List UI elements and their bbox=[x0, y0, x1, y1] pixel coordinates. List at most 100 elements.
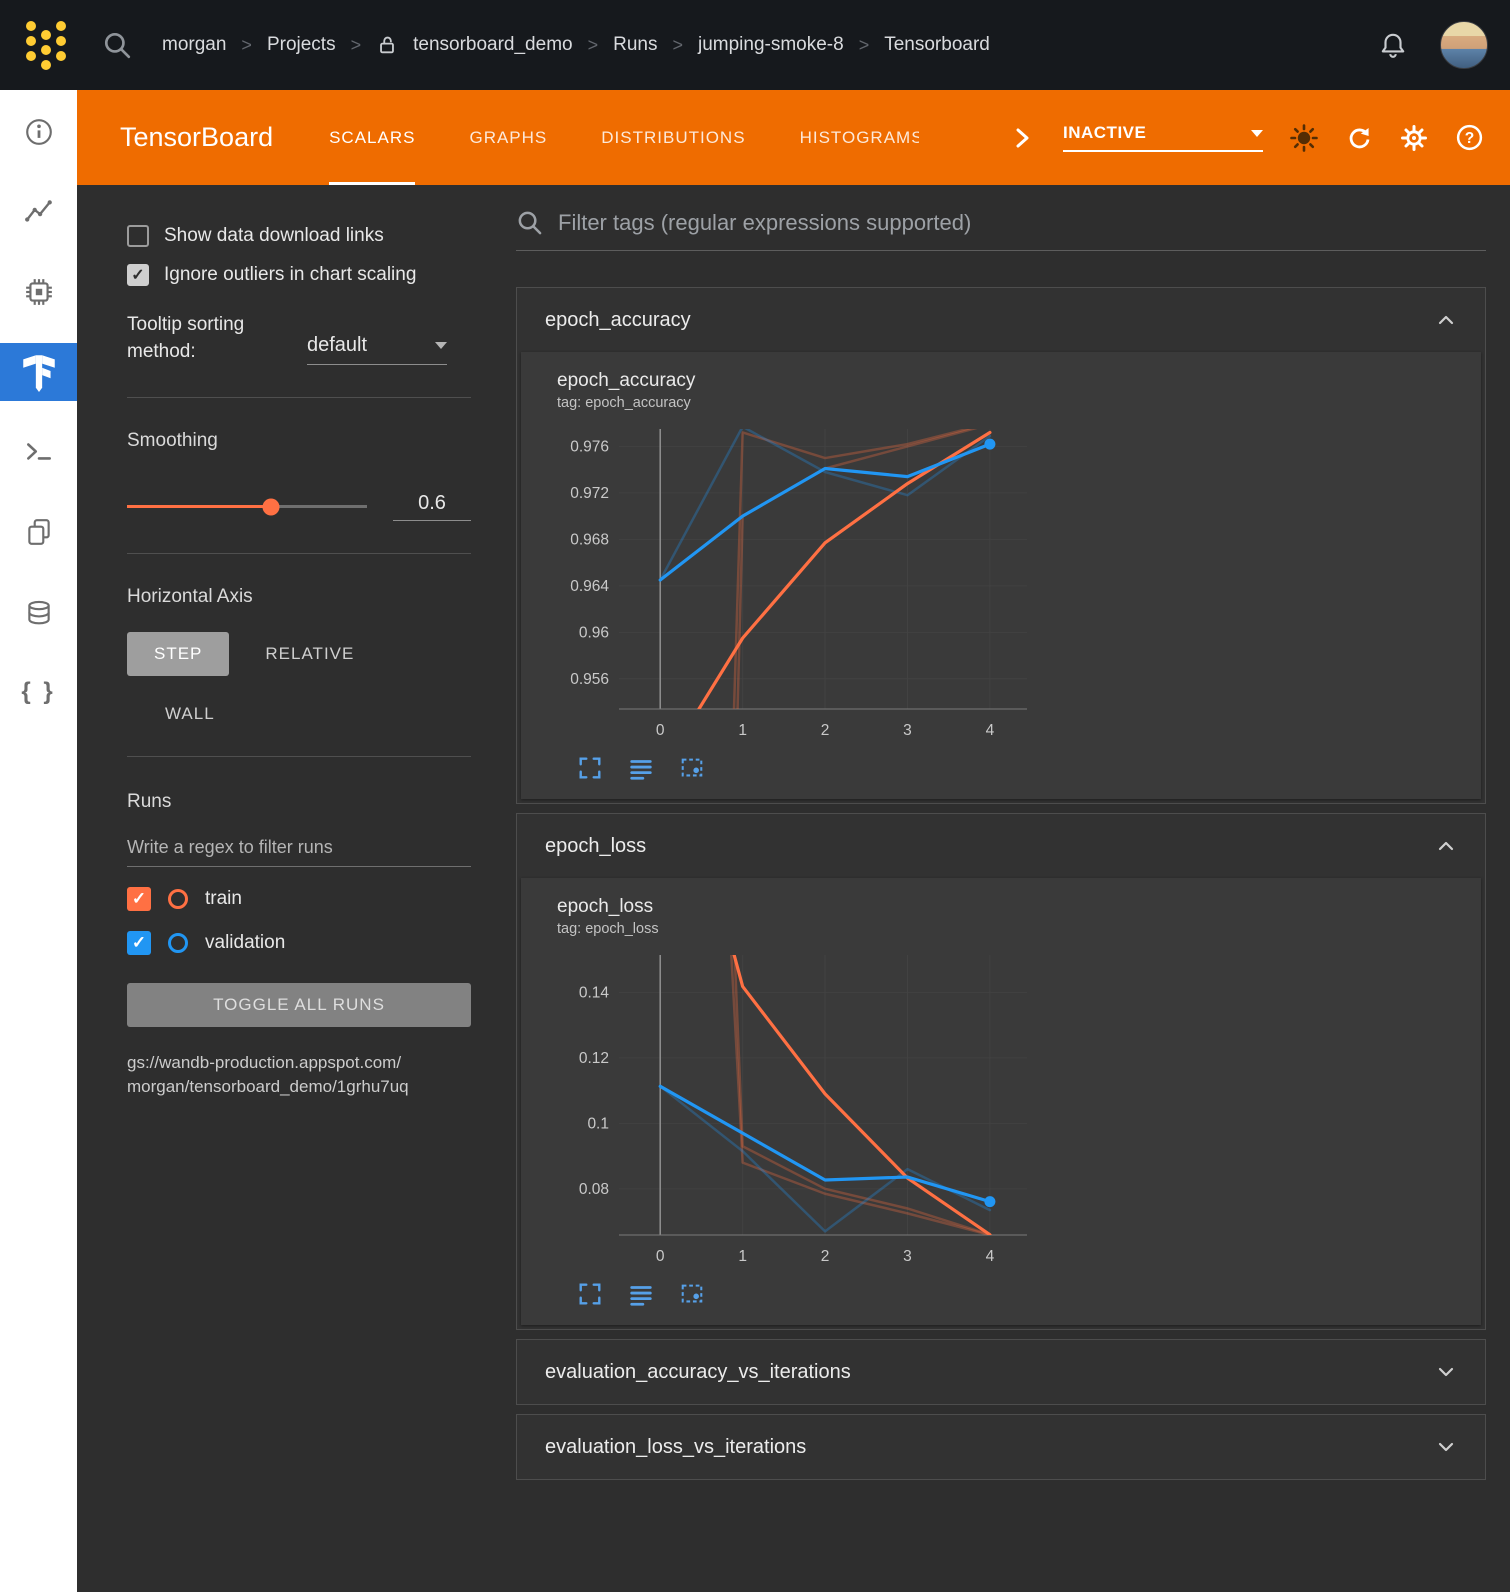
smoothing-slider[interactable] bbox=[127, 505, 367, 508]
smoothing-value-input[interactable]: 0.6 bbox=[393, 492, 471, 521]
data-table-icon[interactable] bbox=[628, 1281, 654, 1307]
axis-wall-button[interactable]: WALL bbox=[165, 704, 215, 724]
svg-text:2: 2 bbox=[821, 1248, 830, 1265]
left-icon-rail: { } bbox=[0, 90, 77, 1592]
search-icon[interactable] bbox=[102, 30, 132, 60]
rail-item-config[interactable]: { } bbox=[0, 652, 77, 732]
epoch-accuracy-chart[interactable]: 0.9560.960.9640.9680.9720.97601234 bbox=[557, 417, 1037, 751]
breadcrumb-tensorboard[interactable]: Tensorboard bbox=[884, 34, 990, 56]
gear-icon[interactable] bbox=[1400, 124, 1428, 152]
tab-graphs[interactable]: GRAPHS bbox=[469, 90, 547, 185]
tensorboard-header: TensorBoard SCALARS GRAPHS DISTRIBUTIONS… bbox=[77, 90, 1510, 185]
rail-item-charts[interactable] bbox=[0, 172, 77, 252]
toggle-all-runs-button[interactable]: TOGGLE ALL RUNS bbox=[127, 983, 471, 1027]
run-row-train[interactable]: ✓ train bbox=[127, 887, 471, 911]
axis-relative-button[interactable]: RELATIVE bbox=[265, 644, 354, 664]
info-icon bbox=[24, 117, 54, 147]
rail-item-system[interactable] bbox=[0, 252, 77, 332]
gs-bucket-path: gs://wandb-production.appspot.com/ morga… bbox=[127, 1051, 471, 1099]
rail-item-files[interactable] bbox=[0, 492, 77, 572]
section-epoch-loss-header[interactable]: epoch_loss bbox=[517, 814, 1485, 878]
fit-domain-icon[interactable] bbox=[679, 1281, 705, 1307]
breadcrumb-separator: > bbox=[241, 35, 252, 56]
braces-icon: { } bbox=[21, 678, 55, 706]
axis-step-button[interactable]: STEP bbox=[127, 632, 229, 676]
svg-text:0.08: 0.08 bbox=[579, 1181, 609, 1198]
theme-icon[interactable] bbox=[1290, 124, 1318, 152]
sidebar-divider bbox=[127, 553, 471, 554]
svg-text:0.956: 0.956 bbox=[570, 671, 609, 688]
breadcrumb-separator: > bbox=[672, 35, 683, 56]
section-evaluation-accuracy-header[interactable]: evaluation_accuracy_vs_iterations bbox=[517, 1340, 1485, 1404]
svg-text:1: 1 bbox=[738, 1248, 747, 1265]
svg-text:2: 2 bbox=[821, 722, 830, 739]
chart-tag: tag: epoch_loss bbox=[557, 921, 1461, 937]
avatar[interactable] bbox=[1440, 21, 1488, 69]
run-train-checkbox[interactable]: ✓ bbox=[127, 887, 151, 911]
svg-text:0.14: 0.14 bbox=[579, 984, 610, 1001]
bell-icon[interactable] bbox=[1378, 30, 1408, 60]
chevron-down-icon bbox=[1251, 130, 1263, 137]
smoothing-slider-fill bbox=[127, 505, 271, 508]
show-download-links-checkbox-row[interactable]: Show data download links bbox=[127, 225, 471, 247]
chevron-down-icon bbox=[1433, 1434, 1459, 1460]
run-row-validation[interactable]: ✓ validation bbox=[127, 931, 471, 955]
ignore-outliers-checkbox-row[interactable]: ✓ Ignore outliers in chart scaling bbox=[127, 264, 471, 286]
ignore-outliers-label: Ignore outliers in chart scaling bbox=[164, 264, 416, 286]
status-dropdown-value: INACTIVE bbox=[1063, 123, 1146, 143]
section-epoch-accuracy-header[interactable]: epoch_accuracy bbox=[517, 288, 1485, 352]
breadcrumb-projects[interactable]: Projects bbox=[267, 34, 336, 56]
help-icon[interactable]: ? bbox=[1455, 123, 1484, 152]
section-title: epoch_loss bbox=[545, 835, 646, 858]
run-validation-label: validation bbox=[205, 932, 285, 954]
svg-text:0.1: 0.1 bbox=[587, 1115, 609, 1132]
svg-text:0: 0 bbox=[656, 722, 665, 739]
chevron-down-icon bbox=[1433, 1359, 1459, 1385]
filter-tags-input[interactable] bbox=[558, 210, 1486, 236]
section-title: evaluation_loss_vs_iterations bbox=[545, 1436, 806, 1459]
fit-domain-icon[interactable] bbox=[679, 755, 705, 781]
breadcrumb-project[interactable]: tensorboard_demo bbox=[413, 34, 573, 56]
runs-filter-input[interactable] bbox=[127, 829, 471, 867]
tooltip-sorting-value: default bbox=[307, 334, 367, 357]
sidebar-divider bbox=[127, 397, 471, 398]
run-validation-color-swatch bbox=[168, 933, 188, 953]
rail-item-tensorboard[interactable] bbox=[0, 343, 77, 401]
tabs-overflow-chevron-icon[interactable] bbox=[1008, 124, 1036, 152]
breadcrumb-runs[interactable]: Runs bbox=[613, 34, 657, 56]
refresh-icon[interactable] bbox=[1345, 124, 1373, 152]
svg-text:0.976: 0.976 bbox=[570, 438, 609, 455]
breadcrumb-user[interactable]: morgan bbox=[162, 34, 226, 56]
tensorboard-tabs: SCALARS GRAPHS DISTRIBUTIONS HISTOGRAMS bbox=[329, 90, 919, 185]
runs-heading: Runs bbox=[127, 791, 471, 813]
data-table-icon[interactable] bbox=[628, 755, 654, 781]
chart-title: epoch_accuracy bbox=[557, 370, 1461, 392]
run-validation-checkbox[interactable]: ✓ bbox=[127, 931, 151, 955]
svg-text:4: 4 bbox=[986, 722, 995, 739]
charts-icon bbox=[24, 197, 54, 227]
svg-text:4: 4 bbox=[986, 1248, 995, 1265]
section-evaluation-loss-header[interactable]: evaluation_loss_vs_iterations bbox=[517, 1415, 1485, 1479]
section-evaluation-loss: evaluation_loss_vs_iterations bbox=[516, 1414, 1486, 1480]
rail-item-logs[interactable] bbox=[0, 412, 77, 492]
expand-chart-icon[interactable] bbox=[577, 1281, 603, 1307]
svg-text:0.964: 0.964 bbox=[570, 578, 609, 595]
tab-histograms[interactable]: HISTOGRAMS bbox=[800, 90, 920, 185]
ignore-outliers-checkbox[interactable]: ✓ bbox=[127, 264, 149, 286]
smoothing-slider-thumb[interactable] bbox=[263, 498, 280, 515]
tooltip-sorting-select[interactable]: default bbox=[307, 334, 447, 365]
tab-scalars[interactable]: SCALARS bbox=[329, 90, 415, 185]
wandb-logo-icon[interactable] bbox=[26, 21, 66, 70]
show-download-links-checkbox[interactable] bbox=[127, 225, 149, 247]
rail-item-artifacts[interactable] bbox=[0, 572, 77, 652]
epoch-loss-card: epoch_loss tag: epoch_loss 0.080.10.120.… bbox=[521, 878, 1481, 1325]
run-train-color-swatch bbox=[168, 889, 188, 909]
epoch-loss-chart[interactable]: 0.080.10.120.1401234 bbox=[557, 943, 1037, 1277]
status-dropdown[interactable]: INACTIVE bbox=[1063, 123, 1263, 152]
svg-text:1: 1 bbox=[738, 722, 747, 739]
rail-item-overview[interactable] bbox=[0, 92, 77, 172]
tab-distributions[interactable]: DISTRIBUTIONS bbox=[601, 90, 745, 185]
run-train-label: train bbox=[205, 888, 242, 910]
breadcrumb-run[interactable]: jumping-smoke-8 bbox=[698, 34, 844, 56]
expand-chart-icon[interactable] bbox=[577, 755, 603, 781]
